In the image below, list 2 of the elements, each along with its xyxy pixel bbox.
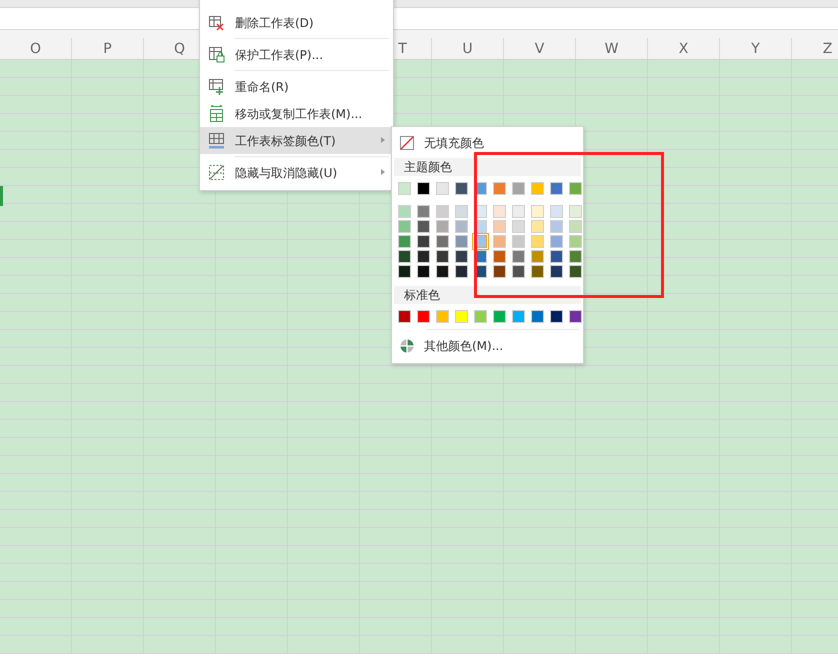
section-heading: 标准色 bbox=[394, 286, 581, 304]
section-heading: 主题颜色 bbox=[394, 158, 581, 176]
